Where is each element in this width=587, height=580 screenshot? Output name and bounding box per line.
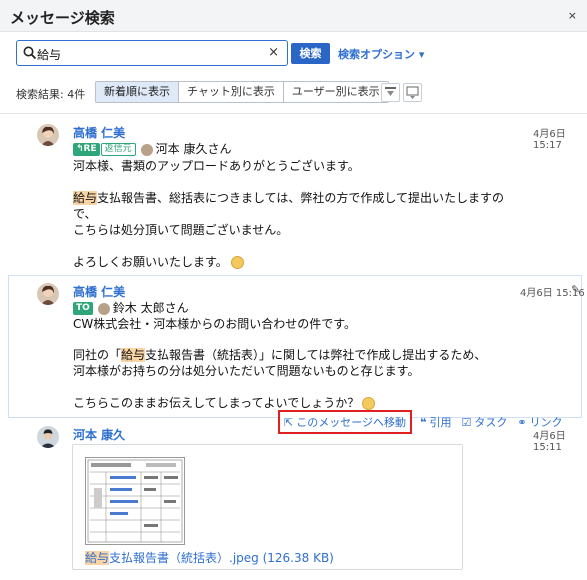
search-button[interactable]: 検索	[291, 43, 330, 64]
task-checkbox-icon: ☑	[461, 415, 472, 429]
avatar	[37, 283, 59, 305]
search-highlight: 給与	[73, 191, 98, 205]
tab-by-chat[interactable]: チャット別に表示	[179, 82, 284, 102]
message-line: 河本様がお持ちの分は処分いただいて問題ないものと存じます。	[73, 364, 420, 378]
search-options-link[interactable]: 検索オプション ▾	[338, 46, 424, 62]
move-to-message-button[interactable]: ⇱ このメッセージへ移動	[278, 410, 412, 434]
to-row: TO 鈴木 太郎さん	[73, 299, 189, 316]
filter-icon[interactable]	[381, 83, 400, 102]
timestamp: 4月6日 15:17	[533, 129, 566, 151]
tab-newest[interactable]: 新着順に表示	[96, 82, 179, 102]
divider	[0, 113, 587, 114]
quote-icon: ❝	[420, 415, 427, 429]
reply-row: ↰RE 返信元 河本 康久さん	[73, 140, 231, 157]
file-thumbnail[interactable]	[85, 457, 185, 545]
search-query[interactable]: 給与	[37, 46, 61, 63]
file-attachment[interactable]: 給与支払報告書（統括表）.jpeg (126.38 KB)	[72, 444, 463, 570]
to-name: 鈴木 太郎さん	[112, 301, 189, 315]
download-icon[interactable]	[403, 83, 422, 102]
edit-icon[interactable]: ✎	[571, 283, 580, 296]
message-line: こちらは処分頂いて問題ございません。	[73, 223, 289, 237]
message-action-bar: ⇱ このメッセージへ移動 ❝ 引用 ☑ タスク ⚭ リンク	[278, 410, 573, 434]
timestamp: 4月6日 15:11	[533, 431, 566, 453]
reply-arrow-icon: ↰	[76, 144, 84, 154]
message-line: 同社の「給与支払報告書（統括表）」に関しては弊社で作成し提出するため、	[73, 348, 487, 362]
link-icon: ⚭	[517, 415, 527, 429]
reply-tag[interactable]: ↰RE	[73, 143, 100, 156]
avatar	[37, 426, 59, 448]
message-line: 河本様、書類のアップロードありがとうございます。	[73, 159, 360, 173]
message-line: こちらこのままお伝えしてしまってよいでしょうか？	[73, 394, 376, 411]
to-tag[interactable]: TO	[73, 302, 93, 315]
message-line: よろしくお願いいたします。	[73, 253, 244, 270]
search-input[interactable]: 給与 ×	[16, 40, 288, 66]
sender-name[interactable]: 河本 康久	[73, 426, 125, 443]
search-highlight: 給与	[121, 348, 146, 362]
quote-button[interactable]: ❝ 引用	[420, 414, 451, 430]
task-button[interactable]: ☑ タスク	[461, 414, 507, 430]
search-icon	[23, 46, 37, 60]
jump-icon: ⇱	[284, 415, 294, 429]
mini-avatar	[97, 302, 110, 315]
message-line: 給与支払報告書、総括表につきましては、弊社の方で作成して提出いたしますの	[73, 191, 505, 205]
message-line: CW株式会社・河本様からのお問い合わせの件です。	[73, 317, 357, 331]
file-name-link[interactable]: 給与支払報告書（統括表）.jpeg (126.38 KB)	[85, 549, 334, 566]
reply-to-name: 河本 康久さん	[155, 142, 232, 156]
tab-by-user[interactable]: ユーザー別に表示	[283, 82, 388, 102]
result-count: 検索結果: 4件	[16, 88, 86, 101]
search-highlight: 給与	[85, 551, 110, 565]
window-title: メッセージ検索	[10, 9, 115, 27]
sender-name[interactable]: 高橋 仁美	[73, 124, 125, 141]
message-line: で、	[73, 207, 97, 221]
mini-avatar	[140, 143, 153, 156]
reply-source-tag[interactable]: 返信元	[100, 143, 136, 156]
sender-name[interactable]: 高橋 仁美	[73, 283, 125, 300]
clear-search-icon[interactable]: ×	[268, 45, 279, 60]
close-icon[interactable]: ×	[568, 9, 577, 22]
view-tabs: 新着順に表示 チャット別に表示 ユーザー別に表示	[95, 81, 389, 103]
bow-emoji-icon	[230, 256, 244, 269]
worried-emoji-icon	[362, 397, 376, 410]
avatar	[37, 124, 59, 146]
title-bar: メッセージ検索 ×	[0, 0, 587, 32]
